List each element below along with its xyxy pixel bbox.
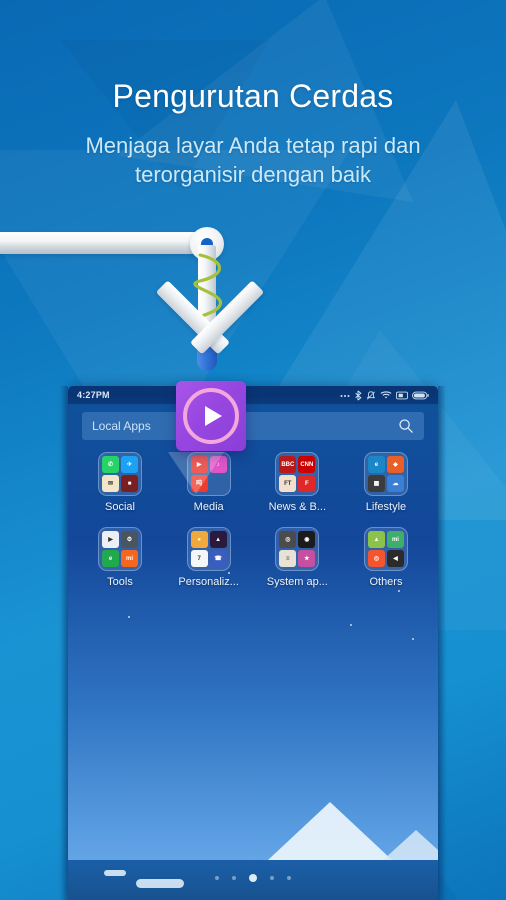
phone-edge-right	[438, 386, 446, 900]
photos-icon: ◆	[386, 456, 404, 473]
wallpaper-mountain-large	[268, 802, 392, 860]
phone-mockup: 4:27PM Local Apps ✆ ✈ ✉ ■ Social ▶ ♪ 吨 M…	[68, 386, 438, 900]
security-icon: ◎	[367, 550, 385, 567]
qr-code-icon: ▦	[367, 475, 385, 492]
status-clock: 4:27PM	[77, 390, 110, 400]
search-placeholder: Local Apps	[92, 419, 151, 433]
folder-label: Media	[193, 501, 224, 513]
crane-claw-illustration	[0, 215, 506, 450]
light-beam-lower	[168, 452, 224, 494]
promo-screenshot: Pengurutan Cerdas Menjaga layar Anda tet…	[0, 0, 506, 900]
bbc-news-icon: BBC	[279, 456, 297, 473]
folder-label: Lifestyle	[365, 501, 407, 513]
folder-label: News & B...	[268, 501, 327, 513]
dragged-app-icon[interactable]	[176, 381, 246, 451]
search-icon[interactable]	[398, 418, 414, 434]
clock-icon: 7	[190, 550, 208, 567]
subtitle-line-2: terorganisir dengan baik	[134, 161, 372, 187]
folder-preview: ✆ ✈ ✉ ■	[98, 452, 142, 496]
folder-label: Personaliz...	[178, 576, 239, 588]
folder-preview: ◎ ◉ ≡ ★	[275, 527, 320, 571]
app-folder-grid: ✆ ✈ ✉ ■ Social ▶ ♪ 吨 Media BBC CNN FT F News & B... e ◆…	[78, 452, 428, 602]
bluetooth-icon	[355, 390, 362, 400]
themes-icon: ●	[190, 531, 208, 548]
page-dot[interactable]	[270, 876, 274, 880]
page-indicator[interactable]	[68, 874, 438, 882]
app-folder[interactable]: ◎ ◉ ≡ ★ System ap...	[255, 527, 339, 588]
app-folder[interactable]: e ◆ ▦ ☁ Lifestyle	[344, 452, 428, 513]
page-dot[interactable]	[215, 876, 219, 880]
wallpaper-star	[128, 616, 130, 618]
twitter-icon: ✈	[121, 456, 138, 473]
phone-edge-left	[60, 386, 68, 900]
play-triangle	[204, 406, 222, 426]
silent-mode-icon	[366, 390, 376, 400]
folder-row-2: ▶ ⚙ e mi Tools ● ▲ 7 ☎ Personaliz... ◎ ◉ ≡ ★ System ap…	[78, 527, 428, 588]
folder-preview: e ◆ ▦ ☁	[363, 452, 408, 496]
wallpaper-star	[412, 638, 414, 640]
app-folder[interactable]: BBC CNN FT F News & B...	[255, 452, 339, 513]
financial-times-icon: FT	[279, 475, 297, 492]
promo-text-block: Pengurutan Cerdas Menjaga layar Anda tet…	[0, 78, 506, 189]
contacts-icon: ☎	[209, 550, 227, 567]
subtitle-line-1: Menjaga layar Anda tetap rapi dan	[85, 132, 421, 158]
wallpaper-icon: ▲	[209, 531, 227, 548]
edge-browser-icon: e	[367, 456, 385, 473]
app-folder[interactable]: ● ▲ 7 ☎ Personaliz...	[167, 527, 251, 588]
wallpaper-star	[350, 624, 352, 626]
page-subtitle: Menjaga layar Anda tetap rapi dan terorg…	[0, 131, 506, 189]
crane-beam	[0, 232, 216, 254]
weather-icon: ☁	[386, 475, 404, 492]
more-dots-icon	[340, 395, 350, 397]
mi-store-icon: mi	[121, 550, 138, 567]
mi-apps-icon: mi	[386, 531, 404, 548]
sim-card-icon	[396, 391, 408, 399]
page-dot[interactable]	[232, 876, 236, 880]
folder-row-1: ✆ ✈ ✉ ■ Social ▶ ♪ 吨 Media BBC CNN FT F News & B... e ◆…	[78, 452, 428, 513]
page-dot-active[interactable]	[249, 874, 257, 882]
app-folder[interactable]: ▲ mi ◎ ◀ Others	[344, 527, 428, 588]
battery-icon	[412, 391, 429, 399]
folder-preview: ▲ mi ◎ ◀	[363, 527, 408, 571]
gallery-icon: ★	[298, 550, 316, 567]
folder-preview: ● ▲ 7 ☎	[186, 527, 231, 571]
camera-icon: ◉	[298, 531, 316, 548]
wallpaper-mountain-small	[383, 830, 438, 860]
play-button-icon	[183, 388, 239, 444]
status-bar: 4:27PM	[68, 386, 438, 404]
folder-label: Social	[105, 501, 135, 513]
app-folder[interactable]: ✆ ✈ ✉ ■ Social	[78, 452, 162, 513]
wifi-icon	[380, 391, 392, 399]
search-input[interactable]: Local Apps	[82, 412, 424, 440]
settings-icon: ⚙	[121, 531, 138, 548]
status-icons	[340, 390, 429, 401]
unity-icon: ◀	[386, 550, 404, 567]
whatsapp-icon: ✆	[102, 456, 119, 473]
folder-label: System ap...	[266, 576, 328, 588]
flipboard-icon: F	[298, 475, 316, 492]
app-folder[interactable]: ▶ ⚙ e mi Tools	[78, 527, 162, 588]
page-dot[interactable]	[287, 876, 291, 880]
folder-preview: BBC CNN FT F	[275, 452, 320, 496]
messenger-icon: ■	[121, 475, 138, 492]
browser-icon: e	[102, 550, 119, 567]
notes-icon: ≡	[279, 550, 297, 567]
email-icon: ✉	[102, 475, 119, 492]
play-store-icon: ▶	[102, 531, 119, 548]
compass-icon: ◎	[279, 531, 297, 548]
android-icon: ▲	[367, 531, 385, 548]
page-title: Pengurutan Cerdas	[112, 78, 394, 114]
cnn-icon: CNN	[298, 456, 316, 473]
folder-label: Others	[369, 576, 403, 588]
folder-preview: ▶ ⚙ e mi	[98, 527, 142, 571]
folder-label: Tools	[107, 576, 133, 588]
